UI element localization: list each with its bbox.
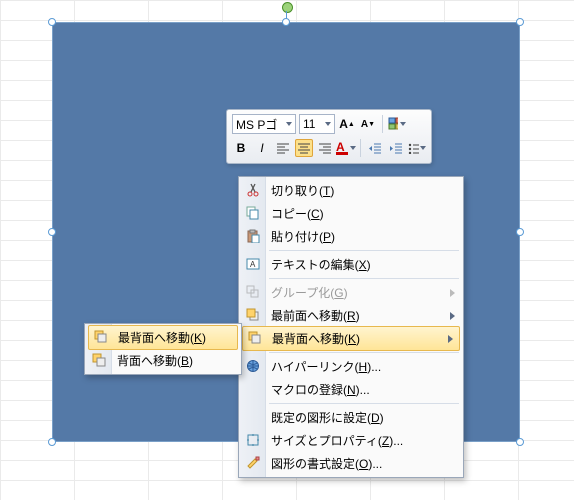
bring-front-icon xyxy=(245,307,261,323)
menu-separator xyxy=(269,352,459,353)
menu-item-group: グループ化(G) xyxy=(241,281,461,304)
context-menu: 切り取り(T) コピー(C) 貼り付け(P) A テキストの編集(X) グループ… xyxy=(238,176,464,478)
send-back-icon xyxy=(93,329,109,345)
outdent-icon xyxy=(368,142,382,154)
submenu-item-send-backward[interactable]: 背面へ移動(B) xyxy=(87,349,239,372)
menu-item-size-properties[interactable]: サイズとプロパティ(Z)... xyxy=(241,429,461,452)
send-backward-icon xyxy=(91,352,107,368)
rotate-handle[interactable] xyxy=(282,2,293,13)
menu-label: 図形の書式設定(O)... xyxy=(271,455,382,472)
align-center-icon xyxy=(297,142,311,154)
copy-icon xyxy=(245,205,261,221)
svg-text:A: A xyxy=(250,260,256,269)
style-gallery-icon xyxy=(388,117,398,131)
menu-item-cut[interactable]: 切り取り(T) xyxy=(241,179,461,202)
indent-icon xyxy=(389,142,403,154)
menu-item-format-shape[interactable]: 図形の書式設定(O)... xyxy=(241,452,461,475)
resize-handle-tl[interactable] xyxy=(48,18,56,26)
resize-handle-br[interactable] xyxy=(516,438,524,446)
submenu-item-send-to-back[interactable]: 最背面へ移動(K) xyxy=(88,325,238,350)
bullets-icon xyxy=(408,142,419,154)
cut-icon xyxy=(245,182,261,198)
menu-label: 最前面へ移動(R) xyxy=(271,307,360,324)
chevron-down-icon xyxy=(400,122,406,126)
chevron-down-icon xyxy=(350,146,356,150)
align-right-button[interactable] xyxy=(316,139,334,157)
chevron-down-icon xyxy=(325,122,331,126)
menu-label: 既定の図形に設定(D) xyxy=(271,409,384,426)
menu-item-paste[interactable]: 貼り付け(P) xyxy=(241,225,461,248)
resize-handle-mr[interactable] xyxy=(516,228,524,236)
font-color-button[interactable]: A xyxy=(337,139,355,157)
edit-text-icon: A xyxy=(245,256,261,272)
chevron-down-icon xyxy=(420,146,426,150)
menu-label: ハイパーリンク(H)... xyxy=(271,358,381,375)
chevron-right-icon xyxy=(448,335,453,343)
menu-label: グループ化(G) xyxy=(271,284,348,301)
menu-item-set-default-shape[interactable]: 既定の図形に設定(D) xyxy=(241,406,461,429)
decrease-indent-button[interactable] xyxy=(366,139,384,157)
menu-item-copy[interactable]: コピー(C) xyxy=(241,202,461,225)
submenu-send-to-back: 最背面へ移動(K) 背面へ移動(B) xyxy=(84,323,242,375)
chevron-right-icon xyxy=(450,312,455,320)
menu-label: サイズとプロパティ(Z)... xyxy=(271,432,403,449)
menu-separator xyxy=(269,403,459,404)
italic-button[interactable]: I xyxy=(253,139,271,157)
font-size-value: 11 xyxy=(303,117,315,131)
menu-separator xyxy=(269,250,459,251)
align-left-button[interactable] xyxy=(274,139,292,157)
menu-item-hyperlink[interactable]: ハイパーリンク(H)... xyxy=(241,355,461,378)
paste-icon xyxy=(245,228,261,244)
menu-label: 最背面へ移動(K) xyxy=(272,330,360,347)
resize-handle-ml[interactable] xyxy=(48,228,56,236)
group-icon xyxy=(245,284,261,300)
grow-font-button[interactable]: A▲ xyxy=(338,115,356,133)
menu-separator xyxy=(269,278,459,279)
align-right-icon xyxy=(318,142,332,154)
menu-item-edit-text[interactable]: A テキストの編集(X) xyxy=(241,253,461,276)
chevron-down-icon xyxy=(286,122,292,126)
increase-indent-button[interactable] xyxy=(387,139,405,157)
menu-item-send-to-back[interactable]: 最背面へ移動(K) xyxy=(242,326,460,351)
bold-button[interactable]: B xyxy=(232,139,250,157)
font-name-combo[interactable]: MS Pゴ xyxy=(232,114,296,134)
send-back-icon xyxy=(247,330,263,346)
align-left-icon xyxy=(276,142,290,154)
menu-label: 最背面へ移動(K) xyxy=(118,329,206,346)
size-icon xyxy=(245,432,261,448)
menu-label: マクロの登録(N)... xyxy=(271,381,370,398)
chevron-right-icon xyxy=(450,289,455,297)
menu-label: 背面へ移動(B) xyxy=(117,352,193,369)
resize-handle-bl[interactable] xyxy=(48,438,56,446)
menu-label: 切り取り(T) xyxy=(271,182,334,199)
resize-handle-tr[interactable] xyxy=(516,18,524,26)
format-shape-icon xyxy=(245,455,261,471)
hyperlink-icon xyxy=(245,358,261,374)
menu-label: 貼り付け(P) xyxy=(271,228,335,245)
menu-item-assign-macro[interactable]: マクロの登録(N)... xyxy=(241,378,461,401)
menu-item-bring-to-front[interactable]: 最前面へ移動(R) xyxy=(241,304,461,327)
menu-label: テキストの編集(X) xyxy=(271,256,371,273)
menu-label: コピー(C) xyxy=(271,205,324,222)
font-name-value: MS Pゴ xyxy=(236,116,277,133)
mini-toolbar: MS Pゴ 11 A▲ A▼ B I A xyxy=(226,109,432,164)
bullets-button[interactable] xyxy=(408,139,426,157)
font-size-combo[interactable]: 11 xyxy=(299,114,335,134)
resize-handle-tm[interactable] xyxy=(282,18,290,26)
style-gallery-button[interactable] xyxy=(388,115,406,133)
shrink-font-button[interactable]: A▼ xyxy=(359,115,377,133)
align-center-button[interactable] xyxy=(295,139,313,157)
